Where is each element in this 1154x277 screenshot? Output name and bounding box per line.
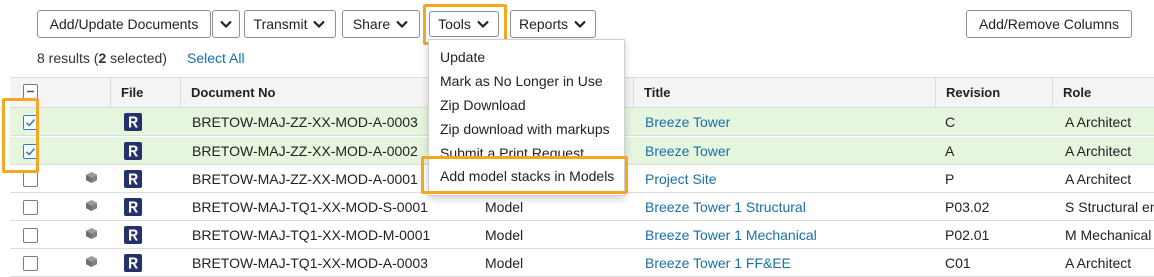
document-role: A Architect [1065, 171, 1132, 187]
revit-file-icon[interactable] [124, 254, 142, 272]
document-number: BRETOW-MAJ-TQ1-XX-MOD-M-0001 [192, 227, 431, 243]
document-role: S Structural en [1065, 199, 1154, 215]
document-title[interactable]: Breeze Tower 1 Mechanical [645, 221, 930, 249]
menu-item-zip-download[interactable]: Zip Download [440, 97, 526, 113]
table-row[interactable]: BRETOW-MAJ-TQ1-XX-MOD-M-0001 Model Breeze … [10, 221, 1154, 249]
tools-button[interactable]: Tools [429, 11, 499, 37]
document-title[interactable]: Breeze Tower [645, 137, 930, 165]
document-type: Model [485, 199, 524, 215]
revit-file-icon[interactable] [124, 113, 142, 131]
add-update-dropdown-button[interactable] [212, 10, 240, 38]
revit-file-icon[interactable] [124, 170, 142, 188]
cube-icon [85, 255, 98, 268]
document-revision: A [945, 143, 955, 159]
menu-item-add-model-stacks[interactable]: Add model stacks in Models [440, 168, 614, 184]
tools-label: Tools [438, 16, 471, 32]
reports-label: Reports [518, 16, 569, 32]
document-type: Model [485, 227, 524, 243]
chevron-down-icon [219, 17, 233, 31]
selected-suffix: selected) [106, 50, 167, 66]
select-all-link[interactable]: Select All [187, 50, 245, 66]
cube-icon [85, 171, 98, 184]
menu-item-zip-download-markups[interactable]: Zip download with markups [440, 121, 610, 137]
document-revision: C [945, 114, 956, 130]
toolbar: Add/Update Documents Transmit Share Tool… [0, 0, 1154, 44]
results-summary: 8 results (2 selected) [37, 50, 167, 66]
add-update-documents-button[interactable]: Add/Update Documents [37, 10, 211, 38]
document-type: Model [485, 255, 524, 271]
cube-icon [85, 227, 98, 240]
chevron-down-icon [312, 17, 326, 31]
document-revision: P03.02 [945, 199, 990, 215]
document-role: A Architect [1065, 143, 1132, 159]
row-checkbox[interactable] [23, 115, 38, 130]
header-file[interactable]: File [110, 78, 180, 107]
revit-file-icon[interactable] [124, 226, 142, 244]
document-number: BRETOW-MAJ-TQ1-XX-MOD-A-0003 [192, 255, 428, 271]
row-checkbox[interactable] [23, 256, 38, 271]
document-title[interactable]: Breeze Tower 1 Structural [645, 193, 930, 221]
header-role[interactable]: Role [1052, 78, 1154, 107]
menu-item-submit-print-request[interactable]: Submit a Print Request [440, 145, 584, 157]
cube-icon [85, 199, 98, 212]
row-checkbox[interactable] [23, 172, 38, 187]
header-title[interactable]: Title [633, 78, 935, 107]
tools-dropdown-menu: Update Mark as No Longer in Use Zip Down… [428, 39, 625, 196]
document-number: BRETOW-MAJ-TQ1-XX-MOD-S-0001 [192, 199, 428, 215]
row-checkbox[interactable] [23, 228, 38, 243]
document-revision: C01 [945, 255, 971, 271]
revit-file-icon[interactable] [124, 142, 142, 160]
document-role: A Architect [1065, 255, 1132, 271]
document-revision: P02.01 [945, 227, 990, 243]
menu-item-update[interactable]: Update [440, 49, 485, 65]
document-title[interactable]: Project Site [645, 165, 930, 193]
share-label: Share [352, 16, 391, 32]
header-blank [70, 78, 110, 107]
table-row[interactable]: BRETOW-MAJ-TQ1-XX-MOD-A-0003 Model Breeze … [10, 249, 1154, 277]
add-remove-columns-label: Add/Remove Columns [978, 16, 1120, 32]
chevron-down-icon [476, 17, 490, 31]
add-update-documents-label: Add/Update Documents [49, 16, 199, 32]
chevron-down-icon [573, 17, 587, 31]
document-title[interactable]: Breeze Tower [645, 108, 930, 136]
document-title[interactable]: Breeze Tower 1 FF&EE [645, 249, 930, 277]
share-button[interactable]: Share [342, 10, 420, 38]
document-role: A Architect [1065, 114, 1132, 130]
select-all-checkbox[interactable] [23, 84, 38, 99]
results-count: 8 results ( [37, 50, 99, 66]
chevron-down-icon [395, 17, 409, 31]
table-row[interactable]: BRETOW-MAJ-TQ1-XX-MOD-S-0001 Model Breeze … [10, 193, 1154, 221]
transmit-label: Transmit [253, 16, 308, 32]
header-revision[interactable]: Revision [935, 78, 1052, 107]
document-revision: P [945, 171, 955, 187]
menu-item-mark-no-longer-in-use[interactable]: Mark as No Longer in Use [440, 73, 603, 89]
reports-button[interactable]: Reports [510, 10, 596, 38]
revit-file-icon[interactable] [124, 198, 142, 216]
document-role: M Mechanical [1065, 227, 1152, 243]
row-checkbox[interactable] [23, 200, 38, 215]
transmit-button[interactable]: Transmit [244, 10, 336, 38]
row-checkbox[interactable] [23, 144, 38, 159]
add-remove-columns-button[interactable]: Add/Remove Columns [966, 10, 1132, 38]
